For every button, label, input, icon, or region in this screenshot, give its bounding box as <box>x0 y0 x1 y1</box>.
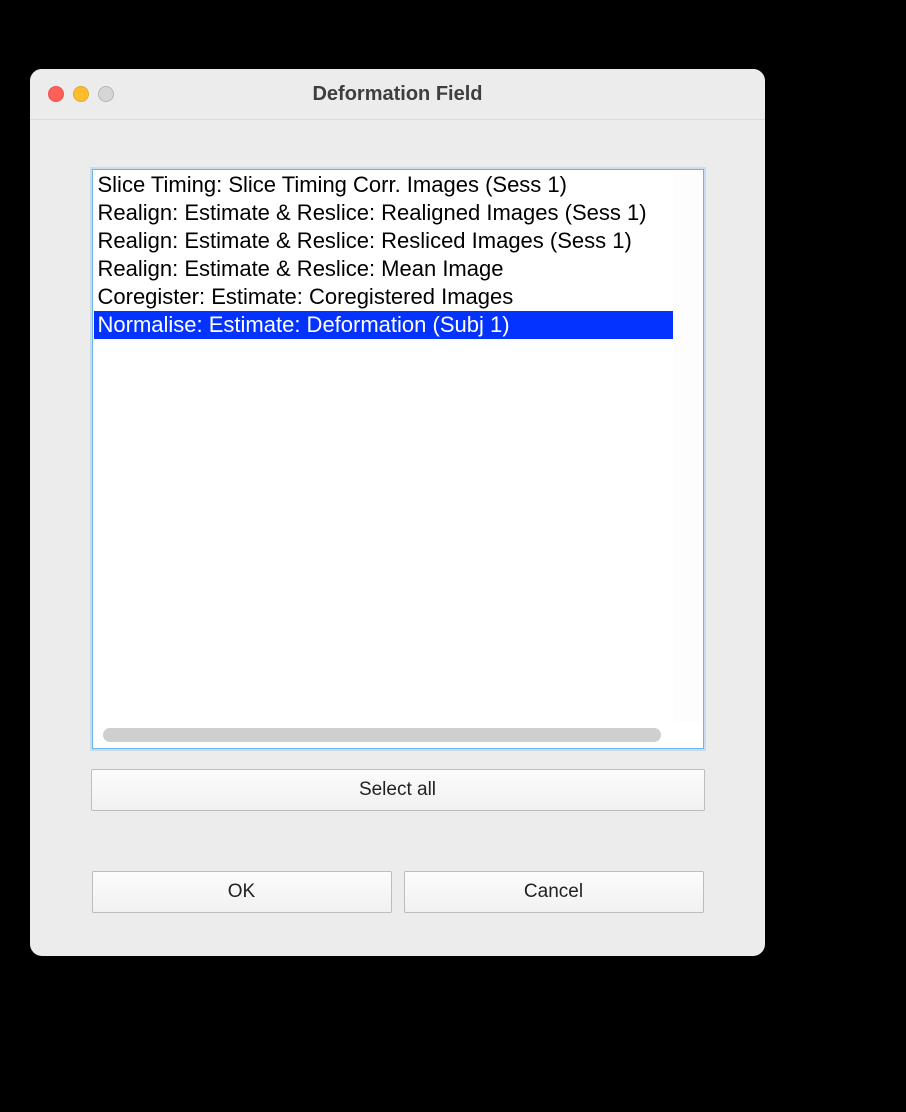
select-all-button[interactable]: Select all <box>91 769 705 811</box>
list-item[interactable]: Realign: Estimate & Reslice: Mean Image <box>94 255 673 283</box>
dependency-listbox[interactable]: Slice Timing: Slice Timing Corr. Images … <box>92 169 704 749</box>
vertical-scroll-gutter <box>673 171 702 722</box>
window-title: Deformation Field <box>30 83 765 106</box>
dialog-content: Slice Timing: Slice Timing Corr. Images … <box>30 119 765 956</box>
minimize-icon[interactable] <box>73 86 89 102</box>
cancel-button[interactable]: Cancel <box>404 871 704 913</box>
list-item[interactable]: Realign: Estimate & Reslice: Resliced Im… <box>94 227 673 255</box>
list-item[interactable]: Coregister: Estimate: Coregistered Image… <box>94 283 673 311</box>
list-item[interactable]: Normalise: Estimate: Deformation (Subj 1… <box>94 311 673 339</box>
zoom-icon <box>98 86 114 102</box>
titlebar: Deformation Field <box>30 69 765 120</box>
list-item[interactable]: Slice Timing: Slice Timing Corr. Images … <box>94 171 673 199</box>
dialog-window: Deformation Field Slice Timing: Slice Ti… <box>30 69 765 956</box>
window-controls <box>48 86 114 102</box>
dialog-button-row: OK Cancel <box>92 871 704 913</box>
ok-button[interactable]: OK <box>92 871 392 913</box>
list-item[interactable]: Realign: Estimate & Reslice: Realigned I… <box>94 199 673 227</box>
listbox-viewport: Slice Timing: Slice Timing Corr. Images … <box>94 171 673 722</box>
horizontal-scrollbar[interactable] <box>103 728 661 742</box>
close-icon[interactable] <box>48 86 64 102</box>
